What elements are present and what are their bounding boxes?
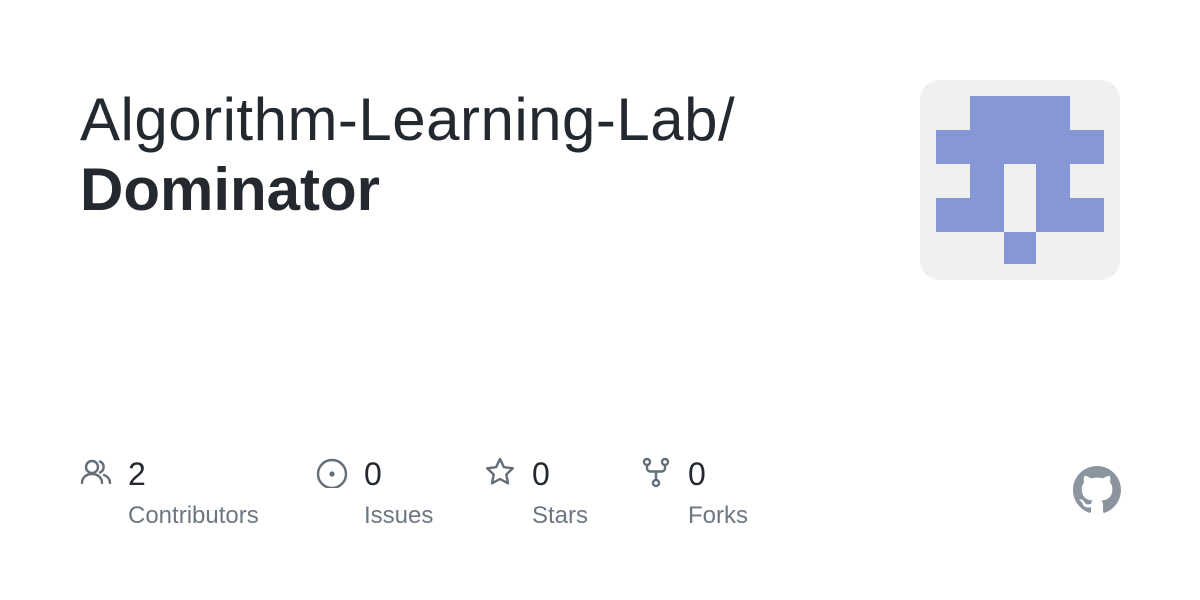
forks-count: 0 [688, 456, 706, 492]
identicon-image [920, 80, 1120, 280]
repo-name[interactable]: Dominator [80, 154, 880, 226]
stars-count: 0 [532, 456, 550, 492]
repo-stats: 2 Contributors 0 Issues 0 Stars 0 Forks [80, 456, 840, 536]
issues-label: Issues [364, 502, 434, 529]
owner-avatar[interactable] [920, 80, 1120, 280]
repo-title: Algorithm-Learning-Lab/ Dominator [80, 84, 880, 226]
people-icon [80, 456, 112, 488]
star-icon [484, 456, 516, 488]
forks-label: Forks [688, 502, 748, 529]
repo-social-card: Algorithm-Learning-Lab/ Dominator 2 Cont… [0, 0, 1200, 600]
issues-count: 0 [364, 456, 382, 492]
stars-label: Stars [532, 502, 589, 529]
repo-forked-icon [640, 456, 672, 488]
contributors-count: 2 [128, 456, 146, 492]
github-mark-icon[interactable] [1073, 466, 1121, 514]
contributors-label: Contributors [128, 502, 259, 529]
issue-opened-icon [316, 456, 348, 490]
repo-owner[interactable]: Algorithm-Learning-Lab/ [80, 84, 880, 156]
